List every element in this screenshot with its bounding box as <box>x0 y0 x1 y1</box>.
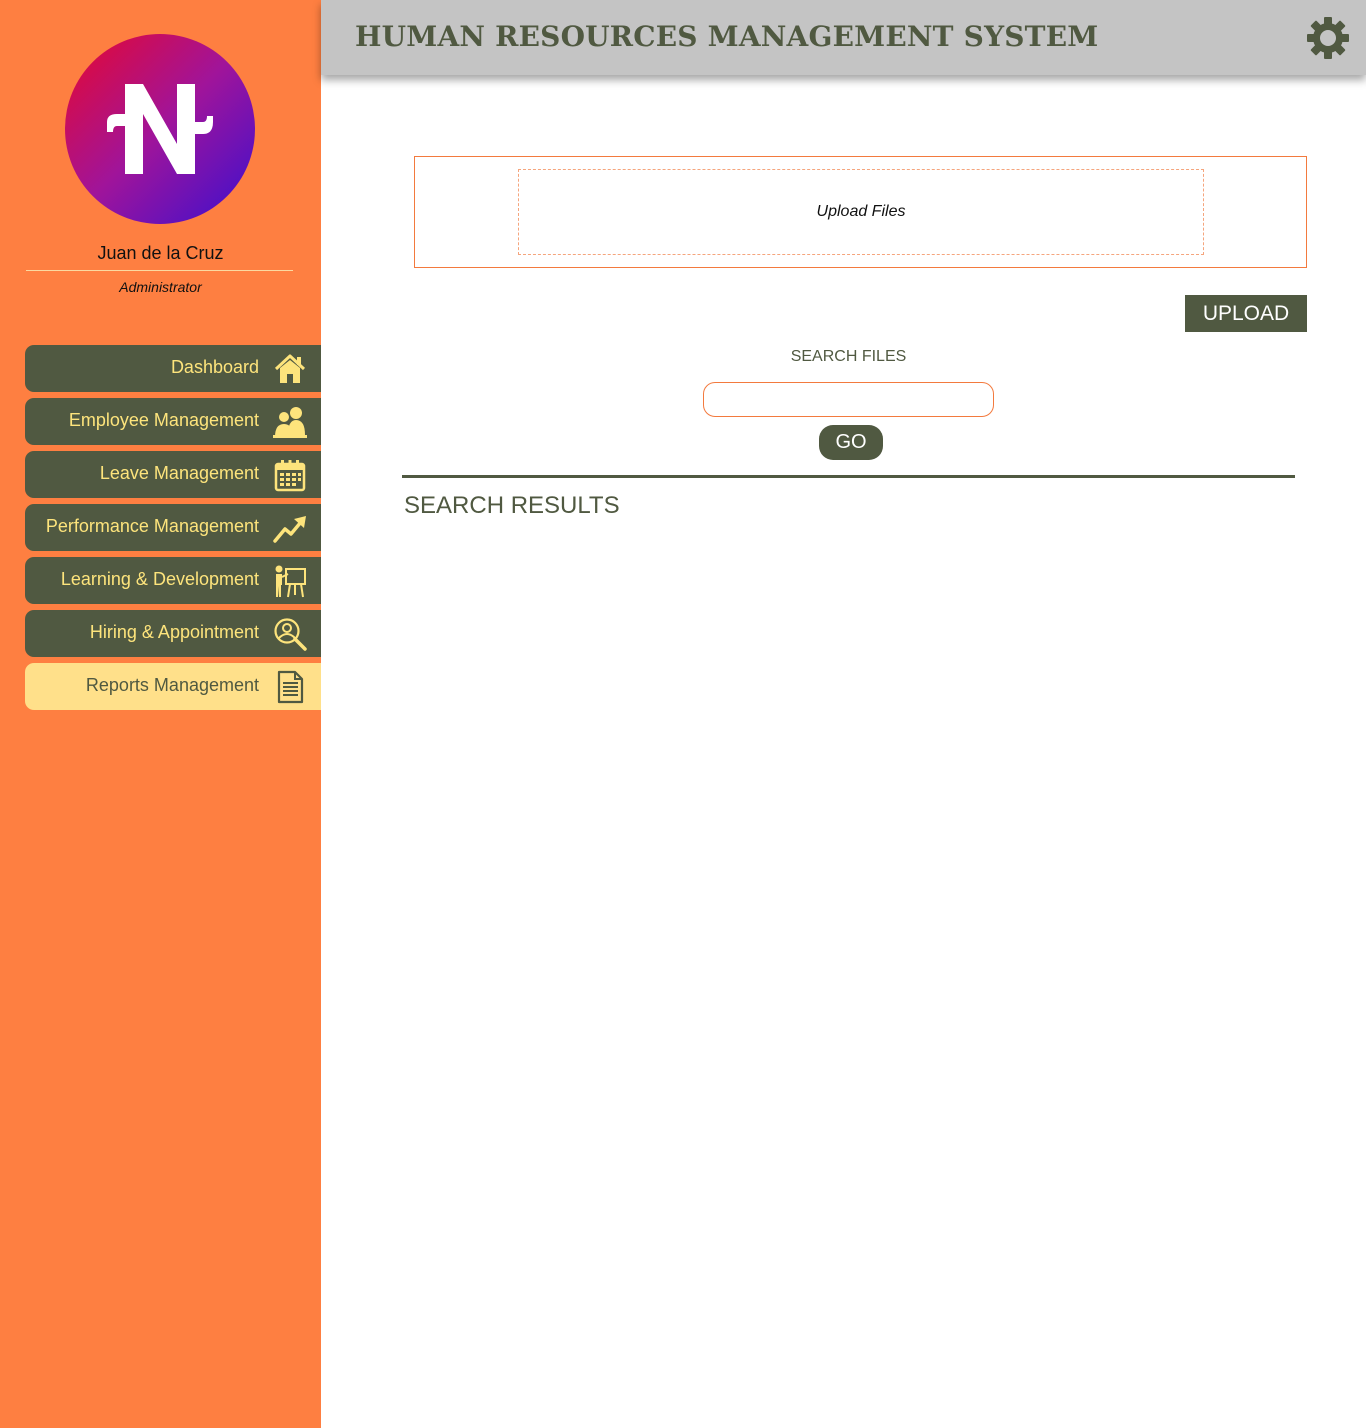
sidebar-item-label: Learning & Development <box>60 569 259 589</box>
sidebar-item-label: Employee Management <box>68 410 259 430</box>
results-divider <box>402 475 1295 478</box>
go-button[interactable]: GO <box>819 425 883 460</box>
home-icon <box>274 354 306 383</box>
avatar <box>65 34 255 224</box>
drop-zone-label: Upload Files <box>816 203 906 220</box>
document-icon <box>277 670 304 704</box>
calendar-icon <box>274 460 306 492</box>
search-input[interactable] <box>703 382 994 417</box>
sidebar-item-reports-management[interactable]: Reports Management <box>25 663 321 710</box>
header: HUMAN RESOURCES MANAGEMENT SYSTEM <box>321 0 1366 75</box>
user-search-icon <box>274 618 307 651</box>
sidebar-item-label: Hiring & Appointment <box>89 622 259 642</box>
sidebar-item-leave-management[interactable]: Leave Management <box>25 451 321 498</box>
upload-panel: Upload Files <box>414 156 1307 268</box>
sidebar-item-employee-management[interactable]: Employee Management <box>25 398 321 445</box>
search-label: SEARCH FILES <box>790 348 907 365</box>
sidebar-item-label: Reports Management <box>85 675 259 695</box>
sidebar-item-learning-development[interactable]: Learning & Development <box>25 557 321 604</box>
gear-icon[interactable] <box>1306 16 1350 60</box>
user-divider <box>26 270 293 271</box>
sidebar-item-label: Dashboard <box>170 357 259 377</box>
app-title: HUMAN RESOURCES MANAGEMENT SYSTEM <box>355 20 1099 53</box>
presentation-icon <box>275 565 306 598</box>
user-role: Administrator <box>119 279 202 295</box>
sidebar: Juan de la Cruz Administrator Dashboard … <box>0 0 321 1428</box>
user-name: Juan de la Cruz <box>97 243 224 263</box>
sidebar-item-performance-management[interactable]: Performance Management <box>25 504 321 551</box>
upload-button[interactable]: UPLOAD <box>1185 295 1307 332</box>
people-icon <box>273 407 307 438</box>
search-results-title: SEARCH RESULTS <box>404 492 620 519</box>
trend-up-icon <box>273 516 306 543</box>
sidebar-item-label: Performance Management <box>45 516 259 536</box>
sidebar-item-dashboard[interactable]: Dashboard <box>25 345 321 392</box>
sidebar-item-label: Leave Management <box>99 463 259 483</box>
file-drop-zone[interactable]: Upload Files <box>518 169 1204 255</box>
n-logo-icon <box>107 84 213 174</box>
sidebar-item-hiring-appointment[interactable]: Hiring & Appointment <box>25 610 321 657</box>
